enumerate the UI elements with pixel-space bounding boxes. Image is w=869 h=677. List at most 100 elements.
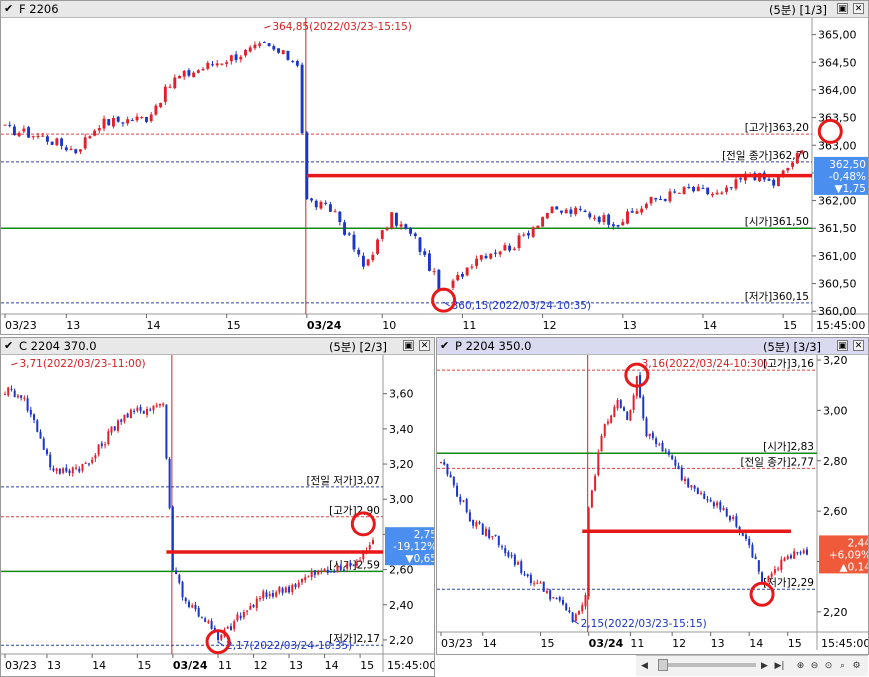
x-tick-label: 11 <box>218 659 232 672</box>
candle-body <box>584 595 587 607</box>
candle-body <box>152 405 155 411</box>
candle-body <box>184 598 187 602</box>
candle-body <box>229 55 233 62</box>
candle-body <box>484 528 487 536</box>
candle-body <box>248 47 252 52</box>
candle-body <box>677 465 680 469</box>
candle-body <box>135 116 139 121</box>
candle-body <box>194 604 197 610</box>
panel-toggle-checkmark[interactable]: ✔ <box>4 2 13 15</box>
candle-body <box>725 508 728 517</box>
candle-body <box>64 147 68 151</box>
candle-body <box>619 400 622 408</box>
candle-body <box>611 224 615 227</box>
candle-body <box>281 588 284 593</box>
candle-body <box>549 590 552 600</box>
candle-body <box>259 598 262 600</box>
close-icon[interactable]: ✕ <box>853 3 864 14</box>
candle-body <box>597 452 600 476</box>
candle-body <box>696 488 699 495</box>
period-label: (5분) <box>763 340 790 354</box>
candle-body <box>745 534 747 539</box>
current-price-badge-text: 2,75 <box>414 529 434 541</box>
candle-body <box>342 569 345 571</box>
candle-body <box>600 435 603 452</box>
candle-body <box>49 454 52 468</box>
candle-body <box>603 424 606 436</box>
candle-body <box>449 474 452 478</box>
x-tick-label: 12 <box>672 637 686 650</box>
search-icon[interactable]: ⌕ <box>836 659 849 673</box>
candle-body <box>786 556 789 560</box>
candle-body <box>52 468 55 471</box>
candle-body <box>23 397 26 399</box>
zoom-out-icon[interactable]: ⊖ <box>808 659 821 673</box>
candle-body <box>578 610 581 615</box>
candle-body <box>719 502 722 510</box>
panel-title: F 2206 <box>19 2 59 16</box>
candle-body <box>539 582 542 584</box>
maximize-icon[interactable]: ▣ <box>403 340 414 351</box>
y-tick-label: 2,80 <box>823 455 848 468</box>
step-right-icon[interactable]: ▶| <box>773 659 786 673</box>
candle-body <box>761 572 764 582</box>
candle-body <box>83 137 87 149</box>
candle-body <box>249 606 252 610</box>
candle-body <box>715 192 719 195</box>
candle-body <box>690 485 693 488</box>
candle-body <box>252 604 255 608</box>
candle-body <box>20 395 23 398</box>
current-price-badge-text: 2,44 <box>848 537 868 549</box>
candle-body <box>555 206 559 210</box>
current-price-badge-text: -0,48% <box>829 171 866 183</box>
candle-body <box>555 598 558 600</box>
candle-body <box>489 253 493 259</box>
x-tick-label: 13 <box>623 319 637 332</box>
scroll-left-icon[interactable]: ◀ <box>638 659 651 673</box>
candle-body <box>456 274 460 281</box>
candle-body <box>253 44 257 49</box>
reference-level-label: [고가]3,16 <box>763 358 814 370</box>
panel-toggle-checkmark[interactable]: ✔ <box>440 339 449 352</box>
candle-body <box>475 258 479 266</box>
zoom-in-icon[interactable]: ⊕ <box>794 659 807 673</box>
x-tick-label: 13 <box>711 637 725 650</box>
chart-panel-c2204: ✔ C 2204 370.0 (5분) [2/3] ▣ ✕ 3,60 3,40 3,… <box>0 337 435 677</box>
y-tick-label: 362,00 <box>818 195 857 208</box>
candle-body <box>472 519 475 526</box>
maximize-icon[interactable]: ▣ <box>837 3 848 14</box>
scroll-right-icon[interactable]: ▶ <box>758 659 771 673</box>
candle-body <box>716 502 719 506</box>
zoom-reset-icon[interactable]: ⊙ <box>822 659 835 673</box>
candle-body <box>751 544 754 558</box>
scroll-thumb[interactable] <box>658 659 668 671</box>
x-tick-label: 12 <box>543 319 557 332</box>
y-tick-label: 2,20 <box>389 634 414 647</box>
candle-body <box>288 586 291 593</box>
candle-body <box>163 86 167 102</box>
candle-body <box>569 209 573 214</box>
candle-body <box>413 233 417 236</box>
candle-body <box>729 187 733 189</box>
candle-body <box>452 476 455 486</box>
candle-body <box>443 462 446 465</box>
candle-body <box>100 443 103 446</box>
candle-body <box>133 410 136 412</box>
candle-body <box>427 253 431 271</box>
panel-toggle-checkmark[interactable]: ✔ <box>4 339 13 352</box>
x-tick-label: 14 <box>146 319 160 332</box>
scroll-track[interactable] <box>658 663 756 667</box>
settings-icon[interactable]: ⚙ <box>850 659 863 673</box>
close-icon[interactable]: ✕ <box>419 340 430 351</box>
x-tick-label: 11 <box>630 637 644 650</box>
candle-body <box>594 475 597 491</box>
candle-body <box>655 438 658 445</box>
candle-body <box>58 468 61 474</box>
candle-body <box>319 201 323 209</box>
period-label: (5분) <box>769 3 796 17</box>
candle-body <box>479 255 483 260</box>
x-tick-label: 15 <box>541 637 555 650</box>
close-icon[interactable]: ✕ <box>853 340 864 351</box>
x-tick-label: 10 <box>382 319 396 332</box>
maximize-icon[interactable]: ▣ <box>837 340 848 351</box>
